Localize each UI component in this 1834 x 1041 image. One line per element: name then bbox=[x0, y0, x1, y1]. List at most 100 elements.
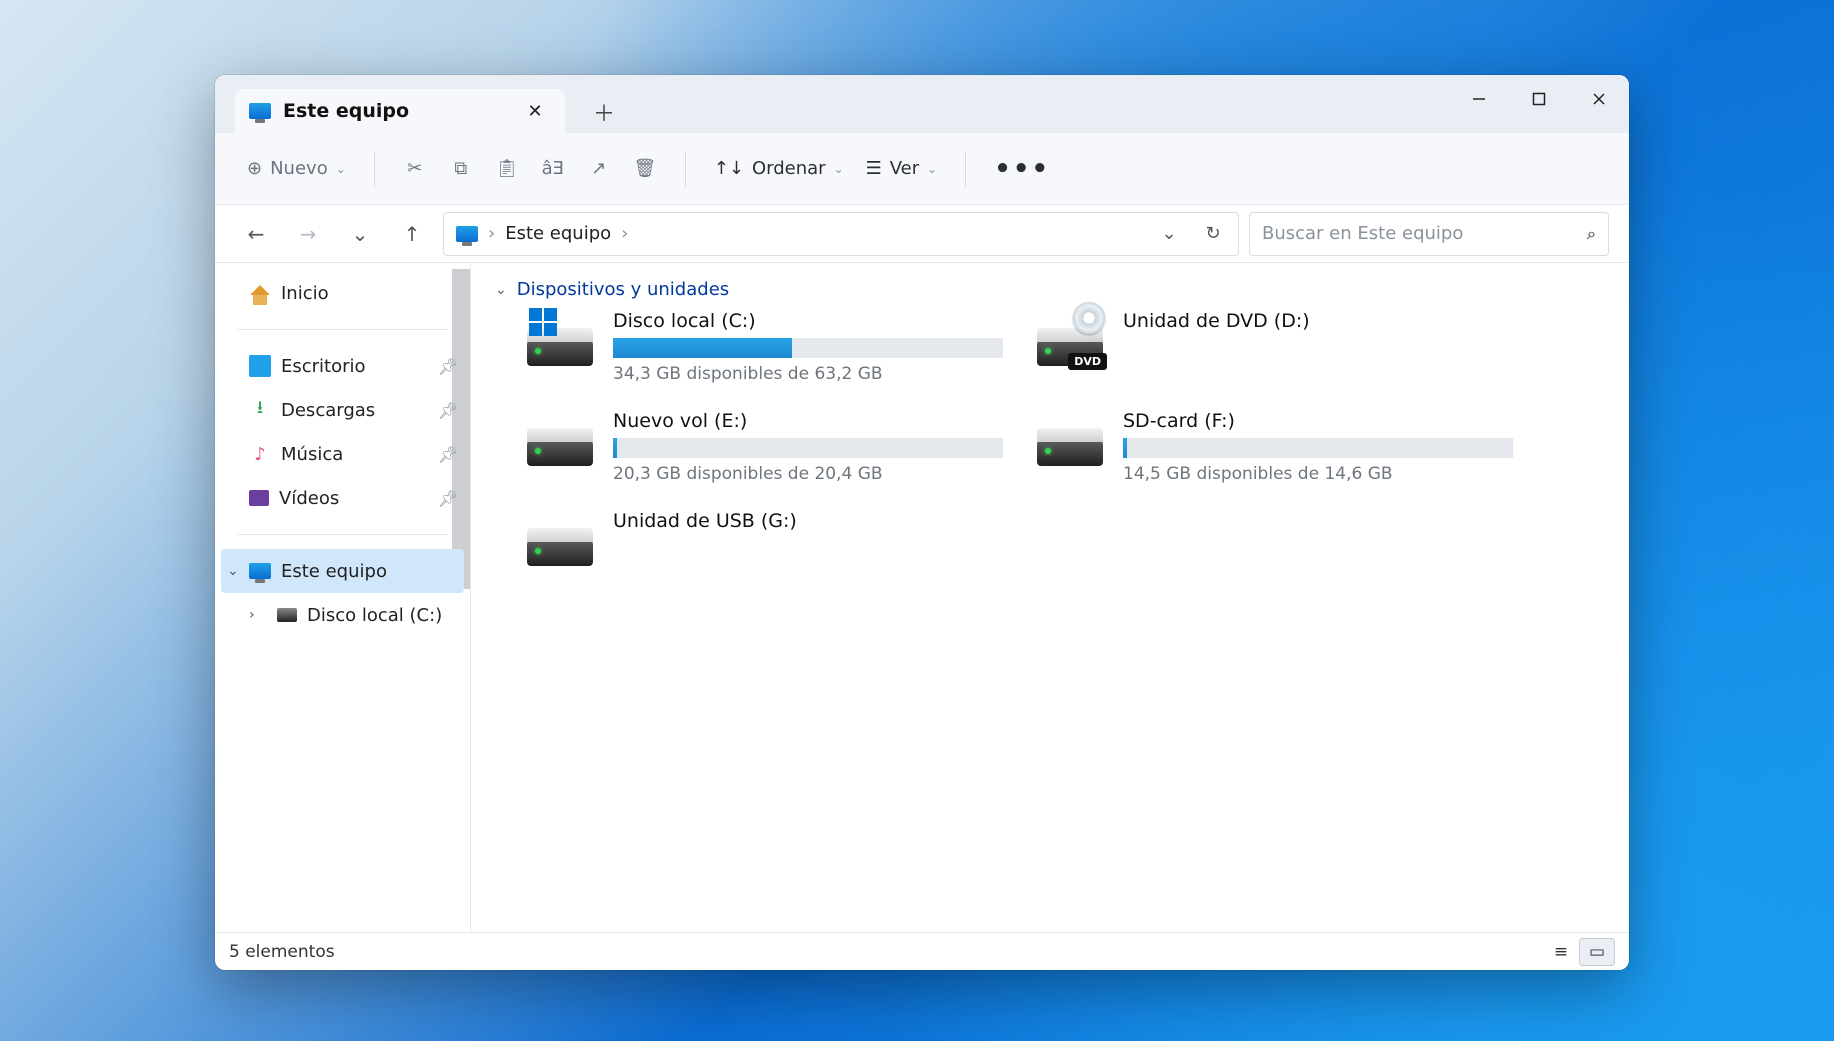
search-input[interactable] bbox=[1262, 223, 1587, 244]
sidebar-item-music[interactable]: ♪ Música 📌︎ bbox=[215, 432, 470, 476]
separator bbox=[685, 151, 686, 187]
sidebar-label: Este equipo bbox=[281, 561, 387, 582]
close-tab-button[interactable]: ✕ bbox=[519, 95, 551, 127]
details-view-toggle[interactable]: ≡ bbox=[1543, 938, 1579, 966]
separator bbox=[374, 151, 375, 187]
copy-icon: ⧉ bbox=[454, 158, 467, 179]
ellipsis-icon: ••• bbox=[994, 165, 1050, 173]
drive-info: Nuevo vol (E:)20,3 GB disponibles de 20,… bbox=[613, 410, 1003, 484]
capacity-bar bbox=[1123, 438, 1513, 458]
drive-subtext: 14,5 GB disponibles de 14,6 GB bbox=[1123, 464, 1513, 484]
this-pc-icon bbox=[456, 223, 478, 245]
music-icon: ♪ bbox=[249, 443, 271, 465]
address-bar[interactable]: › Este equipo › ⌄ ↻ bbox=[443, 212, 1239, 256]
desktop-icon bbox=[249, 355, 271, 377]
search-box[interactable]: ⌕ bbox=[1249, 212, 1609, 256]
new-button[interactable]: ⊕ Nuevo ⌄ bbox=[239, 149, 354, 189]
chevron-right-icon[interactable]: › bbox=[249, 607, 255, 623]
drive-item[interactable]: SD-card (F:) 14,5 GB disponibles de 14,6 … bbox=[1033, 410, 1513, 484]
content-pane: ⌄ Dispositivos y unidades Disco local (C… bbox=[471, 263, 1629, 932]
minimize-button[interactable] bbox=[1449, 75, 1509, 123]
share-icon: ↗ bbox=[591, 158, 606, 179]
sidebar-item-desktop[interactable]: Escritorio 📌︎ bbox=[215, 344, 470, 388]
sidebar-label: Disco local (C:) bbox=[307, 605, 442, 626]
back-button[interactable]: ← bbox=[235, 213, 277, 255]
toolbar: ⊕ Nuevo ⌄ ✂ ⧉ 📋︎ âƎ ↗ 🗑︎ ↑↓ Ordenar ⌄ ☰ … bbox=[215, 133, 1629, 205]
rename-button[interactable]: âƎ bbox=[533, 149, 573, 189]
drive-name: SD-card (F:) bbox=[1123, 410, 1513, 432]
recent-button[interactable]: ⌄ bbox=[339, 213, 381, 255]
breadcrumb-sep: › bbox=[621, 223, 628, 244]
close-window-button[interactable] bbox=[1569, 75, 1629, 123]
pin-icon: 📌︎ bbox=[438, 489, 458, 508]
tiles-view-toggle[interactable]: ▭ bbox=[1579, 938, 1615, 966]
maximize-button[interactable] bbox=[1509, 75, 1569, 123]
status-count: 5 elementos bbox=[229, 942, 335, 962]
drive-icon bbox=[523, 510, 597, 570]
video-icon bbox=[249, 490, 269, 506]
drive-icon bbox=[523, 410, 597, 470]
sort-icon: ↑↓ bbox=[714, 158, 744, 179]
sidebar-item-local-disk[interactable]: › Disco local (C:) bbox=[215, 593, 470, 637]
copy-button[interactable]: ⧉ bbox=[441, 149, 481, 189]
breadcrumb-sep: › bbox=[488, 223, 495, 244]
drive-info: Unidad de DVD (D:) bbox=[1123, 310, 1513, 332]
delete-button[interactable]: 🗑︎ bbox=[625, 149, 665, 189]
drive-name: Unidad de DVD (D:) bbox=[1123, 310, 1513, 332]
forward-button[interactable]: → bbox=[287, 213, 329, 255]
chevron-down-icon: ⌄ bbox=[927, 162, 937, 176]
cut-button[interactable]: ✂ bbox=[395, 149, 435, 189]
plus-circle-icon: ⊕ bbox=[247, 158, 262, 179]
clipboard-icon: 📋︎ bbox=[495, 158, 518, 179]
paste-button[interactable]: 📋︎ bbox=[487, 149, 527, 189]
drive-name: Unidad de USB (G:) bbox=[613, 510, 1003, 532]
window-controls bbox=[1449, 75, 1629, 123]
drive-name: Disco local (C:) bbox=[613, 310, 1003, 332]
body: Inicio Escritorio 📌︎ ⭳ Descargas 📌︎ ♪ Mú… bbox=[215, 263, 1629, 932]
sort-label: Ordenar bbox=[752, 158, 826, 179]
group-header-devices[interactable]: ⌄ Dispositivos y unidades bbox=[495, 279, 1605, 300]
chevron-down-icon: ⌄ bbox=[336, 162, 346, 176]
more-button[interactable]: ••• bbox=[986, 149, 1058, 189]
pin-icon: 📌︎ bbox=[438, 357, 458, 376]
separator bbox=[237, 329, 448, 330]
this-pc-icon bbox=[249, 100, 271, 122]
sidebar-item-this-pc[interactable]: ⌄ Este equipo bbox=[221, 549, 464, 593]
chevron-down-icon[interactable]: ⌄ bbox=[227, 563, 239, 579]
drive-info: Disco local (C:)34,3 GB disponibles de 6… bbox=[613, 310, 1003, 384]
capacity-bar bbox=[613, 338, 1003, 358]
titlebar: Este equipo ✕ ＋ bbox=[215, 75, 1629, 133]
tab-active[interactable]: Este equipo ✕ bbox=[235, 89, 565, 133]
refresh-button[interactable]: ↻ bbox=[1196, 217, 1230, 251]
trash-icon: 🗑︎ bbox=[633, 158, 656, 179]
breadcrumb-root[interactable]: Este equipo bbox=[505, 223, 611, 244]
sidebar-label: Música bbox=[281, 444, 343, 465]
group-label: Dispositivos y unidades bbox=[517, 279, 729, 300]
sort-button[interactable]: ↑↓ Ordenar ⌄ bbox=[706, 149, 852, 189]
breadcrumb-dropdown[interactable]: ⌄ bbox=[1152, 217, 1186, 251]
drive-item[interactable]: Nuevo vol (E:)20,3 GB disponibles de 20,… bbox=[523, 410, 1003, 484]
sidebar-label: Vídeos bbox=[279, 488, 339, 509]
sidebar-item-videos[interactable]: Vídeos 📌︎ bbox=[215, 476, 470, 520]
drive-icon bbox=[1033, 410, 1107, 470]
search-icon: ⌕ bbox=[1587, 224, 1596, 244]
windows-logo-icon bbox=[529, 308, 557, 336]
new-tab-button[interactable]: ＋ bbox=[583, 91, 625, 133]
separator bbox=[965, 151, 966, 187]
separator bbox=[237, 534, 448, 535]
pin-icon: 📌︎ bbox=[438, 401, 458, 420]
view-button[interactable]: ☰ Ver ⌄ bbox=[858, 149, 946, 189]
rename-icon: âƎ bbox=[542, 158, 564, 179]
share-button[interactable]: ↗ bbox=[579, 149, 619, 189]
sidebar-item-home[interactable]: Inicio bbox=[215, 271, 470, 315]
drive-item[interactable]: Disco local (C:)34,3 GB disponibles de 6… bbox=[523, 310, 1003, 384]
drive-item[interactable]: Unidad de USB (G:) bbox=[523, 510, 1003, 570]
disc-icon bbox=[1073, 302, 1105, 334]
drive-grid: Disco local (C:)34,3 GB disponibles de 6… bbox=[523, 310, 1605, 570]
sidebar-item-downloads[interactable]: ⭳ Descargas 📌︎ bbox=[215, 388, 470, 432]
drive-item[interactable]: DVDUnidad de DVD (D:) bbox=[1033, 310, 1513, 384]
home-icon bbox=[249, 282, 271, 304]
up-button[interactable]: ↑ bbox=[391, 213, 433, 255]
sidebar-label: Escritorio bbox=[281, 356, 366, 377]
sidebar: Inicio Escritorio 📌︎ ⭳ Descargas 📌︎ ♪ Mú… bbox=[215, 263, 471, 932]
